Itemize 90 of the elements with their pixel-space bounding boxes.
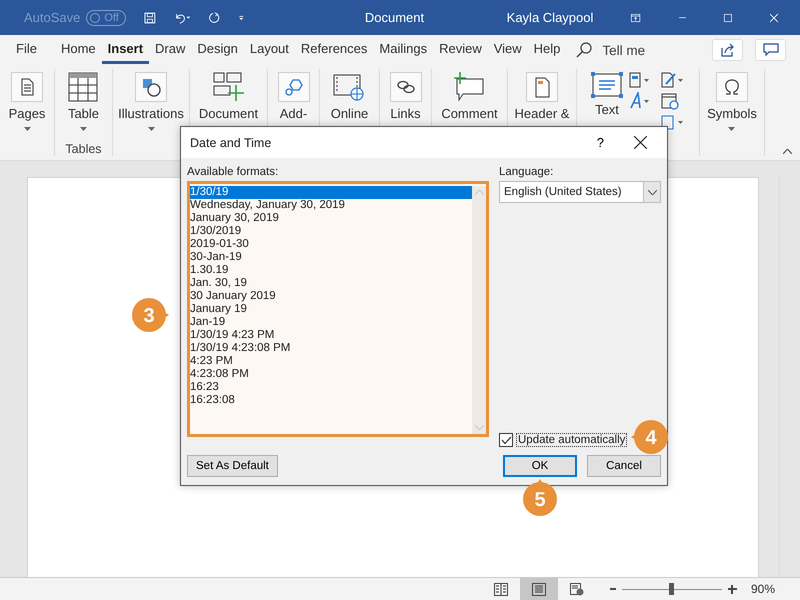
ribbon-tab[interactable]: Design: [191, 37, 244, 63]
dropdown-caret-icon[interactable]: [80, 127, 87, 131]
set-as-default-button[interactable]: Set As Default: [187, 455, 278, 477]
dropdown-caret-icon[interactable]: [24, 127, 30, 131]
user-name[interactable]: Kayla Claypool: [506, 10, 594, 25]
format-option[interactable]: 2019-01-30: [190, 238, 472, 251]
add-ins-icon[interactable]: [278, 72, 310, 102]
format-option[interactable]: January 30, 2019: [190, 212, 472, 225]
close-icon[interactable]: [634, 136, 647, 149]
dropdown-caret-icon[interactable]: [728, 127, 736, 131]
zoom-percentage[interactable]: 90%: [750, 582, 775, 596]
online-video-icon[interactable]: [333, 72, 366, 102]
zoom-slider[interactable]: [622, 582, 722, 596]
format-option[interactable]: 1/30/19 4:23:08 PM: [190, 342, 472, 355]
collapse-ribbon-icon[interactable]: [783, 149, 792, 154]
share-icon: [720, 43, 736, 57]
ribbon-button-label[interactable]: Table: [68, 106, 100, 121]
format-option[interactable]: Wednesday, January 30, 2019: [190, 199, 472, 212]
group-label: Tables: [65, 142, 102, 156]
page-lines-icon: [532, 582, 546, 596]
ribbon-button-label[interactable]: Symbols: [707, 106, 757, 121]
ribbon-tab[interactable]: Review: [433, 37, 488, 63]
wordart-icon[interactable]: [629, 92, 651, 110]
window-title: Document: [364, 10, 426, 25]
text-box-icon[interactable]: [591, 72, 623, 98]
ok-button[interactable]: OK: [503, 455, 577, 477]
format-option[interactable]: 4:23 PM: [190, 355, 472, 368]
language-label: Language:: [499, 166, 554, 178]
date-time-icon[interactable]: [661, 92, 679, 110]
format-option[interactable]: 1/30/19 4:23 PM: [190, 329, 472, 342]
format-option[interactable]: 4:23:08 PM: [190, 368, 472, 381]
format-option[interactable]: January 19: [190, 303, 472, 316]
ribbon-button-label[interactable]: Illustrations: [118, 106, 184, 121]
autosave-label: AutoSave: [24, 10, 80, 25]
dialog-title: Date and Time: [190, 136, 272, 150]
format-option[interactable]: 1/30/2019: [190, 225, 472, 238]
ribbon-button-label[interactable]: Comment: [441, 106, 498, 121]
link-icon[interactable]: [390, 72, 422, 102]
cancel-button[interactable]: Cancel: [587, 455, 661, 477]
format-option[interactable]: 1/30/19: [190, 186, 472, 199]
ribbon-tab[interactable]: References: [294, 37, 374, 63]
checkbox[interactable]: [499, 433, 513, 447]
help-button[interactable]: ?: [596, 135, 604, 150]
ribbon-tab[interactable]: Layout: [244, 37, 295, 63]
checkbox-label[interactable]: Update automatically: [516, 433, 628, 447]
formats-label: Available formats:: [187, 166, 280, 178]
ribbon-tab[interactable]: View: [488, 37, 528, 63]
format-option[interactable]: 16:23: [190, 381, 472, 394]
dropdown-caret-icon[interactable]: [148, 127, 154, 131]
building-blocks-icon[interactable]: [212, 72, 244, 102]
comments-button[interactable]: [755, 39, 786, 61]
ribbon-tab[interactable]: Help: [528, 37, 566, 63]
shapes-icon[interactable]: [135, 72, 167, 102]
quick-parts-icon[interactable]: [629, 72, 651, 88]
omega-icon[interactable]: [716, 72, 748, 102]
page-icon[interactable]: [11, 72, 43, 102]
ribbon-tab[interactable]: Home: [54, 37, 102, 63]
ribbon-button-label[interactable]: Header &: [514, 106, 570, 121]
format-option[interactable]: Jan. 30, 19: [190, 277, 472, 290]
chevron-down-icon: [648, 190, 656, 194]
ribbon-button-label[interactable]: Pages: [8, 106, 46, 121]
format-option[interactable]: 30-Jan-19: [190, 251, 472, 264]
print-layout-button[interactable]: [520, 578, 558, 600]
ribbon-button-label[interactable]: Add-: [280, 106, 308, 121]
ribbon-display-icon[interactable]: [631, 12, 641, 24]
ribbon-tab[interactable]: File: [10, 37, 43, 63]
ribbon-button-label[interactable]: Document: [198, 106, 258, 121]
minimize-icon[interactable]: [678, 16, 686, 18]
format-option[interactable]: 30 January 2019: [190, 290, 472, 303]
share-button[interactable]: [712, 39, 743, 61]
book-icon: [494, 582, 508, 596]
ribbon-tab[interactable]: Mailings: [373, 37, 434, 63]
language-dropdown[interactable]: English (United States): [499, 181, 661, 203]
comment-icon: [762, 43, 778, 57]
maximize-icon[interactable]: [724, 12, 732, 24]
search-icon[interactable]: [576, 42, 592, 58]
ribbon-tab[interactable]: Draw: [149, 37, 192, 63]
format-option[interactable]: 16:23:08: [190, 394, 472, 407]
web-page-icon: [570, 582, 584, 596]
format-option[interactable]: 1.30.19: [190, 264, 472, 277]
format-option[interactable]: Jan-19: [190, 316, 472, 329]
ribbon-button-label[interactable]: Text: [595, 102, 619, 117]
object-icon[interactable]: [661, 114, 685, 130]
signature-icon[interactable]: [661, 72, 685, 88]
table-icon[interactable]: [68, 72, 98, 102]
ribbon-button-label[interactable]: Online: [330, 106, 368, 121]
tell-me-field[interactable]: Tell me: [602, 42, 646, 58]
new-comment-icon[interactable]: [453, 72, 486, 102]
header-icon[interactable]: [526, 72, 558, 102]
ribbon-button-label[interactable]: Links: [390, 106, 421, 121]
